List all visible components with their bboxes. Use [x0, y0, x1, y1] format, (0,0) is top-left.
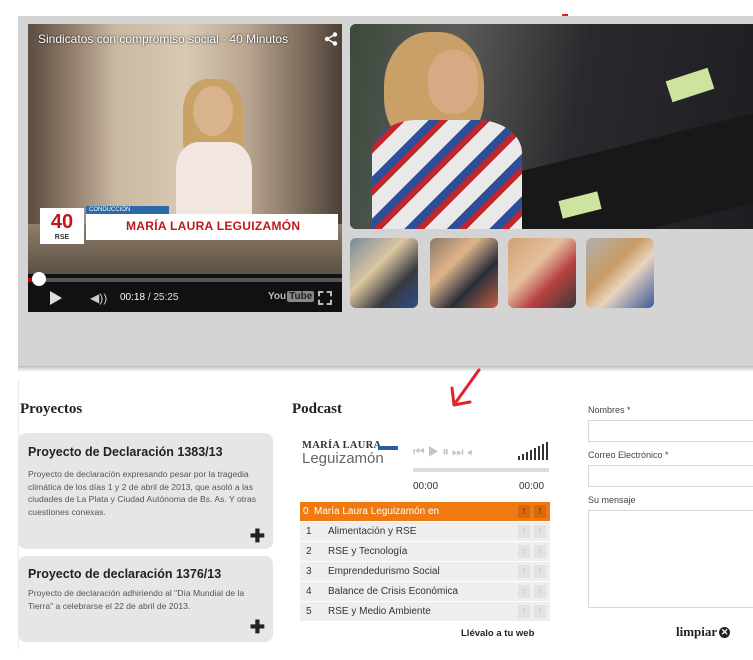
playlist-item-title[interactable]: RSE y Tecnología	[328, 542, 407, 561]
play-icon[interactable]	[50, 291, 62, 305]
video-progress-bar[interactable]	[28, 278, 342, 282]
podcast-time-current: 00:00	[413, 481, 439, 492]
email-field[interactable]	[588, 465, 753, 487]
podcast-progress-bar[interactable]	[413, 468, 549, 472]
youtube-icon[interactable]: You Tube	[268, 291, 315, 302]
top-bar	[0, 0, 753, 16]
next-icon[interactable]: ⏭	[452, 444, 467, 459]
facebook-icon[interactable]: f	[534, 545, 546, 558]
video-time-total: / 25:25	[147, 292, 179, 303]
twitter-icon[interactable]: t	[518, 605, 530, 618]
play-icon[interactable]: ▶	[428, 444, 443, 459]
playlist-item[interactable]: 1 Alimentación y RSE t f	[300, 522, 550, 541]
gallery-thumbnail[interactable]	[430, 238, 498, 308]
message-field[interactable]	[588, 510, 753, 608]
gallery-thumbnail[interactable]	[350, 238, 418, 308]
plus-icon[interactable]: ✚	[250, 618, 265, 636]
video-player[interactable]: Sindicatos con compromiso social - 40 Mi…	[28, 24, 342, 312]
share-icon[interactable]	[324, 32, 338, 46]
name-field[interactable]	[588, 420, 753, 442]
twitter-icon[interactable]: t	[518, 565, 530, 578]
playlist-item[interactable]: 4 Balance de Crisis Económica t f	[300, 582, 550, 601]
facebook-icon[interactable]: f	[534, 525, 546, 538]
clear-button-label: limpiar	[676, 624, 718, 639]
playlist-item-title[interactable]: Balance de Crisis Económica	[328, 582, 458, 601]
facebook-icon[interactable]: f	[534, 585, 546, 598]
clear-button[interactable]: limpiar ✕	[676, 624, 731, 640]
twitter-icon[interactable]: t	[518, 505, 530, 518]
podcast-logo-bar	[378, 446, 398, 450]
lower-third-band: CONDUCCIÓN MARÍA LAURA LEGUIZAMÓN	[86, 206, 338, 240]
video-title[interactable]: Sindicatos con compromiso social - 40 Mi…	[38, 32, 288, 46]
volume-bars-icon[interactable]	[516, 442, 548, 460]
proyectos-heading: Proyectos	[20, 401, 83, 417]
lower-third-logo-number: 40	[50, 211, 74, 233]
playlist-item-number: 5	[306, 606, 312, 617]
embed-link[interactable]: Llévalo a tu web	[461, 628, 534, 639]
project-description: Proyecto de declaración expresando pesar…	[28, 469, 257, 517]
youtube-label-box: Tube	[287, 291, 315, 302]
gallery-thumbnail[interactable]	[508, 238, 576, 308]
name-label: Nombres *	[588, 405, 631, 415]
gallery-main-photo[interactable]	[350, 24, 753, 229]
lower-third: 40 RSE CONDUCCIÓN MARÍA LAURA LEGUIZAMÓN	[40, 206, 338, 244]
playlist-item[interactable]: 2 RSE y Tecnología t f	[300, 542, 550, 561]
project-title[interactable]: Proyecto de declaración 1376/13	[28, 567, 221, 581]
playlist-item-number: 0	[303, 506, 309, 517]
podcast-logo-line2: Leguizamón	[302, 450, 384, 467]
clear-icon: ✕	[719, 627, 731, 638]
podcast-logo: MARÍA LAURA Leguizamón	[302, 440, 398, 467]
volume-icon[interactable]: ◀))	[90, 291, 107, 305]
speaker-icon[interactable]: ◂	[467, 444, 476, 459]
playlist-item-title[interactable]: Emprendedurismo Social	[328, 562, 440, 581]
photo-person-body	[372, 120, 522, 229]
facebook-icon[interactable]: f	[534, 565, 546, 578]
playlist-item-number: 1	[306, 526, 312, 537]
playlist-item-title[interactable]: María Laura Leguizamón en	[314, 502, 439, 521]
playlist-item-title[interactable]: Alimentación y RSE	[328, 522, 416, 541]
video-presenter-face	[193, 86, 233, 136]
playlist-item[interactable]: 3 Emprendedurismo Social t f	[300, 562, 550, 581]
photo-person-face	[428, 50, 478, 114]
lower-third-caption: CONDUCCIÓN	[86, 206, 169, 214]
playlist-item-title[interactable]: RSE y Medio Ambiente	[328, 602, 431, 621]
project-card[interactable]: Proyecto de Declaración 1383/13 Proyecto…	[18, 433, 273, 549]
pause-icon[interactable]: ⏸	[442, 444, 452, 459]
fullscreen-icon[interactable]	[318, 291, 332, 305]
video-time: 00:18 / 25:25	[120, 292, 178, 303]
gallery-thumbnail[interactable]	[586, 238, 654, 308]
facebook-icon[interactable]: f	[534, 505, 546, 518]
playlist-item[interactable]: 5 RSE y Medio Ambiente t f	[300, 602, 550, 621]
youtube-label: You	[268, 291, 287, 302]
video-time-current: 00:18	[120, 292, 146, 303]
project-title[interactable]: Proyecto de Declaración 1383/13	[28, 445, 223, 459]
email-label: Correo Electrónico *	[588, 450, 669, 460]
playlist-item[interactable]: 0 María Laura Leguizamón en t f	[300, 502, 550, 521]
plus-icon[interactable]: ✚	[250, 527, 265, 545]
podcast-heading: Podcast	[292, 401, 342, 417]
twitter-icon[interactable]: t	[518, 545, 530, 558]
previous-icon[interactable]: ⏮	[413, 444, 428, 459]
lower-third-logo: 40 RSE	[40, 208, 84, 244]
project-card[interactable]: Proyecto de declaración 1376/13 Proyecto…	[18, 556, 273, 642]
playlist-item-number: 3	[306, 566, 312, 577]
red-arrow-icon	[450, 368, 481, 407]
message-label: Su mensaje	[588, 495, 636, 505]
playlist-item-number: 2	[306, 546, 312, 557]
video-controls: ◀)) 00:18 / 25:25 You Tube	[28, 286, 342, 312]
project-description: Proyecto de declaración adhiriendo al "D…	[28, 588, 245, 611]
media-panel-shadow	[18, 366, 753, 372]
lower-third-name: MARÍA LAURA LEGUIZAMÓN	[126, 219, 301, 233]
twitter-icon[interactable]: t	[518, 585, 530, 598]
podcast-time-total: 00:00	[519, 481, 545, 492]
facebook-icon[interactable]: f	[534, 605, 546, 618]
lower-third-logo-sub: RSE	[54, 234, 70, 241]
video-progress-handle[interactable]	[32, 272, 46, 286]
podcast-transport-controls: ⏮▶⏸⏭◂	[413, 444, 475, 460]
twitter-icon[interactable]: t	[518, 525, 530, 538]
playlist-item-number: 4	[306, 586, 312, 597]
